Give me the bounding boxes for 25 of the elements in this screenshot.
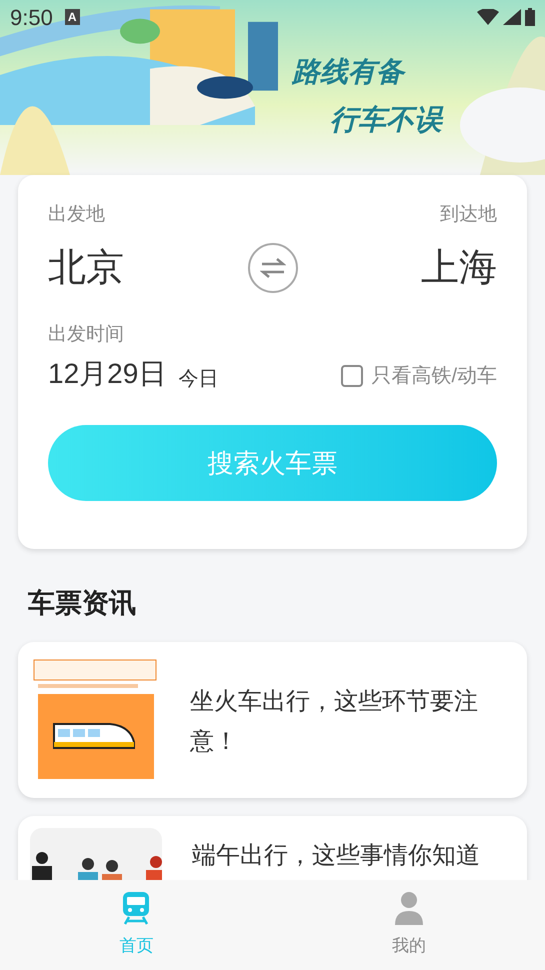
high-speed-label: 只看高铁/动车 — [371, 364, 497, 389]
to-city[interactable]: 上海 — [421, 240, 497, 296]
from-label: 出发地 — [48, 203, 105, 227]
banner-slogan: 行车不误 — [330, 103, 442, 137]
news-card[interactable]: 端午出行，这些事情你知道 — [18, 816, 527, 880]
to-label: 到达地 — [440, 203, 497, 227]
from-city[interactable]: 北京 — [48, 240, 124, 296]
signal-icon — [503, 9, 521, 25]
person-icon — [394, 891, 424, 926]
swap-icon — [260, 257, 286, 279]
date-label: 出发时间 — [48, 322, 125, 346]
high-speed-checkbox[interactable] — [341, 365, 364, 387]
status-time: 9:50 — [10, 4, 53, 32]
departure-date[interactable]: 12月29日 — [48, 353, 166, 395]
swap-button[interactable] — [248, 243, 298, 293]
train-icon — [121, 891, 152, 926]
news-title: 端午出行，这些事情你知道 — [192, 840, 480, 870]
wifi-icon — [477, 9, 499, 25]
news-title: 坐火车出行，这些环节要注意！ — [190, 686, 479, 756]
news-card[interactable]: 坐火车出行，这些环节要注意！ — [18, 642, 527, 798]
banner-slogan: 路线有备 — [292, 55, 407, 89]
today-label: 今日 — [178, 367, 218, 392]
section-title: 车票资讯 — [28, 587, 137, 620]
notification-icon: A — [64, 9, 80, 25]
battery-icon — [525, 8, 535, 26]
